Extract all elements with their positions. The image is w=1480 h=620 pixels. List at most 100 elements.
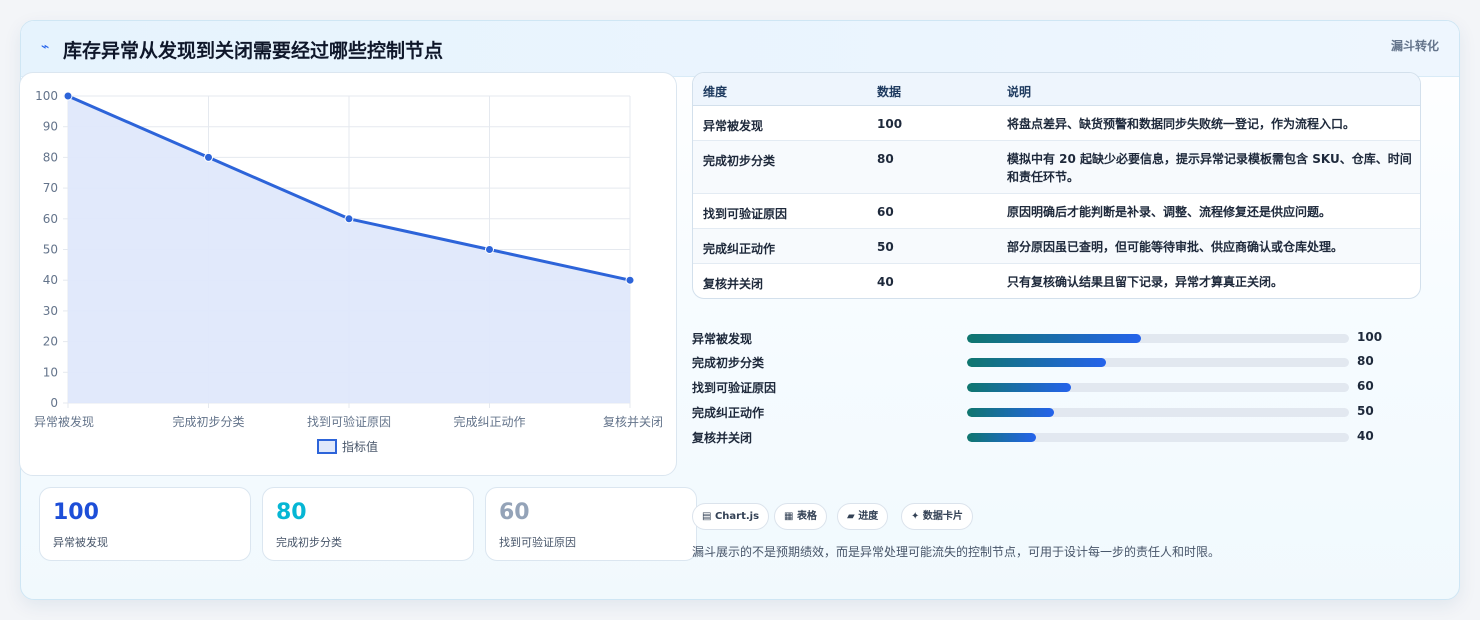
- progress-bars: 异常被发现 100 完成初步分类 80 找到可验证原因 60 完成纠正动作 50…: [692, 308, 1422, 445]
- chip-progress[interactable]: ▰ 进度: [837, 503, 889, 530]
- column-header-data: 数据: [877, 85, 902, 99]
- stat-value: 80: [276, 500, 307, 525]
- chip-table[interactable]: ▦ 表格: [774, 503, 827, 530]
- progress-track: [967, 433, 1349, 442]
- progress-track: [967, 334, 1349, 343]
- progress-fill: [967, 408, 1054, 417]
- progress-fill: [967, 358, 1106, 367]
- stat-card-3: 60 找到可验证原因: [485, 487, 697, 561]
- y-tick-label: 80: [43, 150, 58, 164]
- cell-dimension: 找到可验证原因: [703, 207, 788, 221]
- cell-dimension: 完成纠正动作: [703, 242, 776, 256]
- page-title: 库存异常从发现到关闭需要经过哪些控制节点: [63, 40, 444, 62]
- progress-row: 完成纠正动作 50: [692, 402, 1422, 422]
- y-tick-label: 20: [43, 335, 58, 349]
- y-tick-label: 50: [43, 243, 58, 257]
- x-tick-label: 找到可验证原因: [307, 414, 391, 429]
- progress-track: [967, 383, 1349, 392]
- table-icon: ▦: [784, 511, 794, 522]
- cell-description: 部分原因虽已查明，但可能等待审批、供应商确认或仓库处理。: [1007, 240, 1344, 254]
- cell-dimension: 异常被发现: [703, 119, 764, 133]
- cell-value: 50: [877, 240, 894, 254]
- table-row: 找到可验证原因 60 原因明确后才能判断是补录、调整、流程修复还是供应问题。: [693, 194, 1420, 229]
- progress-fill: [967, 334, 1141, 343]
- data-point: [485, 245, 494, 254]
- y-tick-label: 90: [43, 120, 58, 134]
- legend-label: 指标值: [342, 439, 378, 454]
- data-point: [63, 91, 73, 101]
- stat-label: 完成初步分类: [276, 536, 342, 549]
- chart-type-tag: 漏斗转化: [1390, 39, 1439, 53]
- y-tick-label: 100: [35, 89, 58, 103]
- chip-label: 表格: [796, 511, 817, 522]
- table-header: 维度 数据 说明: [693, 73, 1420, 106]
- cell-dimension: 复核并关闭: [703, 277, 764, 291]
- progress-value: 60: [1357, 379, 1374, 393]
- chip-label: 数据卡片: [922, 511, 963, 522]
- cell-description: 原因明确后才能判断是补录、调整、流程修复还是供应问题。: [1007, 205, 1332, 219]
- progress-row: 完成初步分类 80: [692, 352, 1422, 372]
- y-tick-label: 10: [43, 365, 58, 379]
- table-row: 异常被发现 100 将盘点差异、缺货预警和数据同步失败统一登记，作为流程入口。: [693, 106, 1420, 141]
- stat-card-2: 80 完成初步分类: [262, 487, 474, 561]
- progress-row: 找到可验证原因 60: [692, 377, 1422, 397]
- progress-track: [967, 358, 1349, 367]
- cell-description: 将盘点差异、缺货预警和数据同步失败统一登记，作为流程入口。: [1007, 117, 1356, 131]
- line-chart-panel: 0 10 20 30 40 50 60 70 80 90 100 异常被发现 完成初步分类 找到可验证原因…: [19, 72, 677, 476]
- sparkle-icon: ✦: [911, 511, 920, 522]
- progress-value: 50: [1357, 404, 1374, 418]
- chip-data-cards[interactable]: ✦ 数据卡片: [901, 503, 973, 530]
- chart-icon: ▤: [702, 511, 712, 522]
- y-tick-label: 0: [50, 396, 58, 410]
- cell-description: 模拟中有 20 起缺少必要信息，提示异常记录模板需包含 SKU、仓库、时间和责任…: [1007, 152, 1412, 184]
- y-tick-label: 40: [43, 273, 58, 287]
- data-point: [344, 214, 354, 224]
- progress-row: 复核并关闭 40: [692, 427, 1422, 447]
- stat-value: 100: [53, 500, 99, 525]
- progress-fill: [967, 433, 1037, 442]
- lightning-icon: ⌁: [41, 39, 50, 55]
- cell-dimension: 完成初步分类: [703, 154, 776, 168]
- progress-row: 异常被发现 100: [692, 328, 1422, 348]
- data-point: [625, 275, 635, 285]
- stat-card-1: 100 异常被发现: [39, 487, 251, 561]
- progress-value: 100: [1357, 330, 1383, 344]
- x-tick-label: 复核并关闭: [603, 415, 663, 429]
- line-chart: 0 10 20 30 40 50 60 70 80 90 100 异常被发现 完成初步分类 找到可验证原因…: [34, 89, 663, 454]
- cell-description: 只有复核确认结果且留下记录，异常才算真正关闭。: [1007, 275, 1284, 289]
- column-header-description: 说明: [1007, 85, 1032, 99]
- footnote: 漏斗展示的不是预期绩效，而是异常处理可能流失的控制节点，可用于设计每一步的责任人…: [692, 545, 1221, 559]
- progress-label: 找到可验证原因: [692, 381, 777, 395]
- table-row: 完成初步分类 80 模拟中有 20 起缺少必要信息，提示异常记录模板需包含 SK…: [693, 141, 1420, 194]
- cell-value: 40: [877, 275, 894, 289]
- legend-swatch: [317, 439, 337, 454]
- progress-label: 完成纠正动作: [692, 406, 765, 420]
- y-tick-label: 70: [43, 181, 58, 195]
- table-row: 完成纠正动作 50 部分原因虽已查明，但可能等待审批、供应商确认或仓库处理。: [693, 229, 1420, 264]
- chip-label: Chart.js: [714, 511, 760, 522]
- column-header-dimension: 维度: [703, 85, 728, 99]
- x-tick-label: 完成纠正动作: [453, 414, 525, 429]
- progress-track: [967, 408, 1349, 417]
- x-tick-label: 异常被发现: [34, 414, 94, 429]
- cell-value: 60: [877, 205, 894, 219]
- progress-label: 异常被发现: [692, 332, 753, 346]
- x-tick-label: 完成初步分类: [172, 414, 244, 429]
- y-tick-label: 60: [43, 212, 58, 226]
- cell-value: 80: [877, 152, 894, 166]
- chip-label: 进度: [858, 511, 879, 522]
- progress-value: 80: [1357, 354, 1374, 368]
- cell-value: 100: [877, 117, 903, 131]
- stat-value: 60: [499, 500, 530, 525]
- y-tick-label: 30: [43, 304, 58, 318]
- stat-label: 找到可验证原因: [499, 536, 576, 549]
- chip-chartjs[interactable]: ▤ Chart.js: [692, 503, 770, 530]
- progress-icon: ▰: [847, 511, 855, 522]
- progress-value: 40: [1357, 429, 1374, 443]
- table-row: 复核并关闭 40 只有复核确认结果且留下记录，异常才算真正关闭。: [693, 264, 1420, 298]
- progress-label: 复核并关闭: [692, 431, 753, 445]
- stat-label: 异常被发现: [53, 536, 108, 549]
- data-point: [204, 152, 213, 162]
- progress-fill: [967, 383, 1072, 392]
- progress-label: 完成初步分类: [692, 356, 765, 370]
